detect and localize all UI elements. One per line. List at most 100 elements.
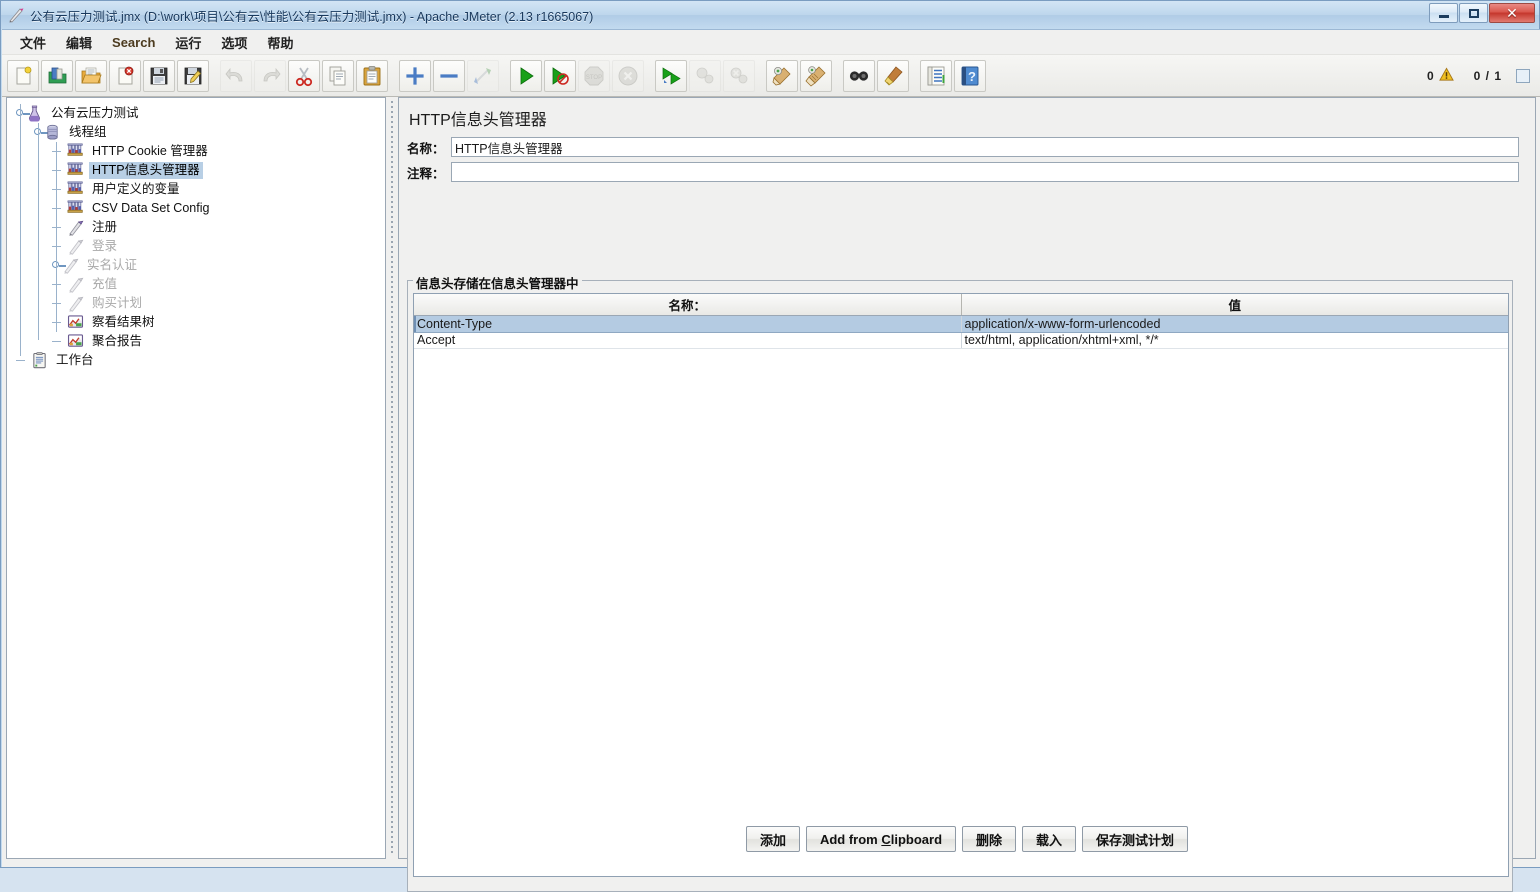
tree-node-label: 实名认证 — [87, 258, 138, 272]
templates-icon[interactable] — [41, 59, 73, 92]
tree-node-label: 购买计划 — [92, 296, 143, 310]
remote-stop-all-icon — [689, 59, 721, 92]
svg-text:STOP: STOP — [586, 75, 602, 81]
window-title: 公有云压力测试.jmx (D:\work\项目\公有云\性能\公有云压力测试.j… — [30, 9, 594, 24]
tree-branch-line — [51, 142, 67, 161]
toolbar-separator — [500, 60, 509, 92]
http-sampler-icon — [67, 238, 85, 255]
tree-node[interactable]: 公有云压力测试 — [7, 104, 385, 123]
tree-branch-line — [51, 313, 67, 332]
save-as-icon[interactable] — [177, 59, 209, 92]
table-row[interactable]: Accept text/html, application/xhtml+xml, … — [414, 332, 1508, 349]
svg-text:?: ? — [968, 69, 976, 84]
comment-input[interactable] — [451, 162, 1519, 182]
clear-icon[interactable] — [766, 59, 798, 92]
expand-all-icon[interactable] — [399, 59, 431, 92]
tree-node[interactable]: 购买计划 — [7, 294, 385, 313]
tree-node[interactable]: 用户定义的变量 — [7, 180, 385, 199]
help-icon[interactable]: ? — [954, 59, 986, 92]
warning-count: 0 — [1426, 68, 1434, 83]
function-helper-icon[interactable] — [920, 59, 952, 92]
menu-file[interactable]: 文件 — [10, 31, 56, 54]
column-header-value[interactable]: 值 — [961, 294, 1508, 316]
http-sampler-icon — [62, 257, 80, 274]
search-reset-icon[interactable] — [877, 59, 909, 92]
cut-icon[interactable] — [288, 59, 320, 92]
action-button-0[interactable]: 添加 — [745, 826, 800, 852]
button-label: 保存测试计划 — [1096, 832, 1175, 848]
menu-help[interactable]: 帮助 — [257, 31, 303, 54]
name-input[interactable] — [451, 137, 1519, 157]
thread-group-icon — [44, 124, 62, 141]
tree-node[interactable]: 注册 — [7, 218, 385, 237]
tree-node[interactable]: 实名认证 — [7, 256, 385, 275]
header-value-cell[interactable]: application/x-www-form-urlencoded — [961, 316, 1508, 333]
thread-count: 0 / 1 — [1473, 68, 1502, 83]
collapse-all-icon[interactable] — [433, 59, 465, 92]
listener-icon — [67, 314, 85, 331]
tree-node[interactable]: 充值 — [7, 275, 385, 294]
tree-branch-line — [15, 351, 31, 370]
copy-icon[interactable] — [322, 59, 354, 92]
tree-node[interactable]: 线程组 — [7, 123, 385, 142]
action-button-4[interactable]: 保存测试计划 — [1082, 826, 1189, 852]
menu-search[interactable]: Search — [102, 33, 165, 52]
open-icon[interactable] — [75, 59, 107, 92]
tree-branch-line — [51, 275, 67, 294]
action-button-2[interactable]: 删除 — [962, 826, 1017, 852]
close-icon[interactable] — [109, 59, 141, 92]
search-icon[interactable] — [843, 59, 875, 92]
tree-node[interactable]: 登录 — [7, 237, 385, 256]
action-button-3[interactable]: 载入 — [1022, 826, 1077, 852]
tree-node-label: 察看结果树 — [92, 315, 155, 329]
clear-all-icon[interactable] — [800, 59, 832, 92]
column-header-name[interactable]: 名称： — [414, 294, 962, 316]
headers-table-body[interactable]: Content-Type application/x-www-form-urlen… — [414, 316, 1508, 349]
action-button-1[interactable]: Add from Clipboard — [805, 826, 957, 852]
http-sampler-icon — [67, 295, 85, 312]
close-button[interactable]: ✕ — [1489, 3, 1535, 23]
shutdown-icon — [612, 59, 644, 92]
header-name-cell[interactable]: Content-Type — [414, 316, 962, 333]
maximize-button[interactable] — [1459, 3, 1488, 23]
window-frame: 公有云压力测试.jmx (D:\work\项目\公有云\性能\公有云压力测试.j… — [0, 0, 1540, 892]
remote-start-all-icon[interactable] — [655, 59, 687, 92]
tree-node-label: 线程组 — [69, 125, 107, 139]
start-no-timers-icon[interactable] — [544, 59, 576, 92]
toolbar-separator — [910, 60, 919, 92]
tree-node[interactable]: HTTP信息头管理器 — [7, 161, 385, 180]
menu-options[interactable]: 选项 — [211, 31, 257, 54]
tree-node[interactable]: 察看结果树 — [7, 313, 385, 332]
tree-node[interactable]: 工作台 — [7, 351, 385, 370]
tree-node-label: 工作台 — [56, 353, 94, 367]
headers-table[interactable]: 名称： 值 Content-Type application/x-www-form… — [413, 293, 1509, 877]
button-label: 载入 — [1036, 832, 1063, 848]
header-value-cell[interactable]: text/html, application/xhtml+xml, */* — [961, 332, 1508, 349]
tree-node-label: 用户定义的变量 — [92, 182, 180, 196]
paste-icon[interactable] — [356, 59, 388, 92]
header-name-cell[interactable]: Accept — [414, 332, 962, 349]
start-icon[interactable] — [510, 59, 542, 92]
menu-edit[interactable]: 编辑 — [56, 31, 102, 54]
tree-branch-line-vertical — [56, 142, 57, 332]
undo-icon — [220, 59, 252, 92]
tree-branch-line — [51, 332, 67, 351]
tree-node[interactable]: CSV Data Set Config — [7, 199, 385, 218]
pane-splitter[interactable] — [388, 97, 396, 859]
new-icon[interactable] — [7, 59, 39, 92]
table-row[interactable]: Content-Type application/x-www-form-urlen… — [414, 316, 1508, 333]
tree-node-label: 注册 — [92, 220, 118, 234]
test-plan-tree[interactable]: 公有云压力测试 线程组 HTTP Cookie 管理器 HTTP信息头管理器 用… — [7, 98, 385, 370]
button-label: Add from Clipboard — [819, 831, 943, 847]
save-icon[interactable] — [143, 59, 175, 92]
test-plan-tree-panel[interactable]: 公有云压力测试 线程组 HTTP Cookie 管理器 HTTP信息头管理器 用… — [6, 97, 386, 859]
tree-node[interactable]: HTTP Cookie 管理器 — [7, 142, 385, 161]
split-panes: 公有云压力测试 线程组 HTTP Cookie 管理器 HTTP信息头管理器 用… — [2, 97, 1540, 892]
name-field-row: 名称： — [407, 136, 1525, 158]
tree-node[interactable]: 聚合报告 — [7, 332, 385, 351]
title-bar: 公有云压力测试.jmx (D:\work\项目\公有云\性能\公有云压力测试.j… — [1, 1, 1539, 29]
thread-activity-indicator — [1516, 68, 1530, 83]
warning-triangle-icon[interactable] — [1438, 66, 1454, 85]
minimize-button[interactable] — [1429, 3, 1458, 23]
menu-run[interactable]: 运行 — [165, 31, 211, 54]
